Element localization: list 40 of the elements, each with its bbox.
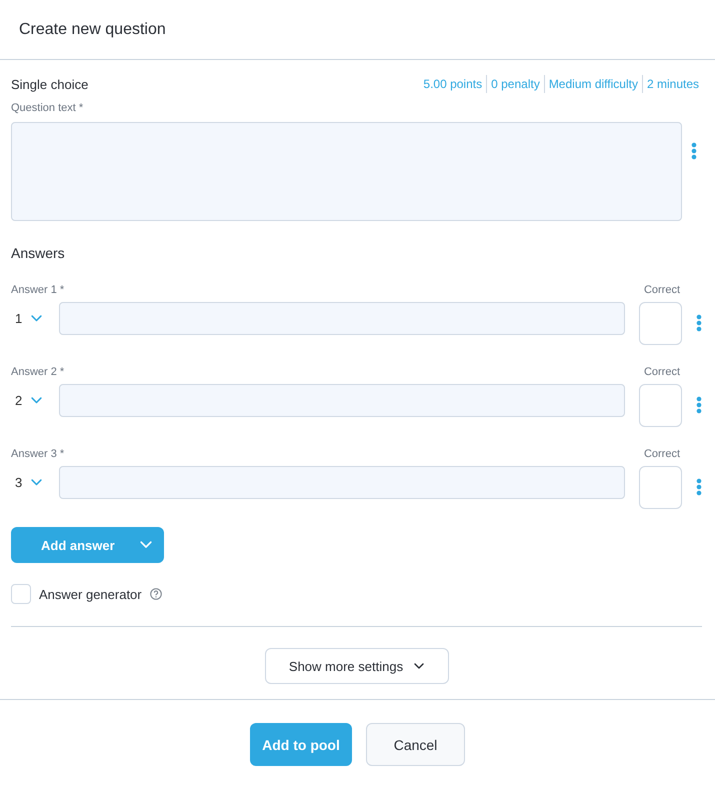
chevron-down-icon bbox=[140, 541, 152, 549]
question-text-field[interactable] bbox=[11, 122, 682, 221]
correct-label: Correct bbox=[644, 284, 680, 296]
help-icon[interactable] bbox=[150, 588, 162, 600]
caret-icon bbox=[31, 315, 42, 322]
question-text-label: Question text * bbox=[11, 102, 84, 116]
answer-generator-label: Answer generator bbox=[39, 586, 142, 602]
add-answer-button[interactable]: Add answer bbox=[11, 527, 164, 563]
order-dropdown[interactable]: 3 bbox=[11, 466, 59, 499]
show-more-settings-button[interactable]: Show more settings bbox=[264, 648, 448, 684]
correct-label: Correct bbox=[644, 366, 680, 378]
meta-link[interactable]: Medium difficulty bbox=[544, 75, 642, 93]
meta-link[interactable]: 0 penalty bbox=[486, 75, 544, 93]
order-dropdown[interactable]: 2 bbox=[11, 384, 59, 417]
cancel-button[interactable]: Cancel bbox=[366, 723, 465, 766]
correct-label: Correct bbox=[644, 448, 680, 460]
meta-link[interactable]: 2 minutes bbox=[642, 75, 702, 93]
answer-label: Answer 1 * bbox=[11, 284, 64, 296]
add-to-pool-button[interactable]: Add to pool bbox=[250, 723, 352, 766]
correct-checkbox[interactable] bbox=[639, 384, 682, 427]
caret-icon bbox=[31, 479, 42, 486]
more-options-icon[interactable] bbox=[696, 314, 702, 332]
meta-link[interactable]: 5.00 points bbox=[419, 75, 486, 93]
more-options-icon[interactable] bbox=[696, 396, 702, 414]
correct-checkbox[interactable] bbox=[639, 466, 682, 509]
answer-label: Answer 3 * bbox=[11, 448, 64, 460]
answer-label: Answer 2 * bbox=[11, 366, 64, 378]
answer-input-field[interactable] bbox=[59, 384, 625, 417]
chevron-down-icon bbox=[414, 663, 424, 669]
more-options-icon[interactable] bbox=[691, 142, 697, 160]
order-dropdown[interactable]: 1 bbox=[11, 302, 59, 335]
question-type-label: Single choice bbox=[11, 76, 88, 92]
answers-heading: Answers bbox=[11, 245, 66, 261]
answer-generator-checkbox[interactable] bbox=[11, 584, 31, 604]
caret-icon bbox=[31, 397, 42, 404]
more-options-icon[interactable] bbox=[696, 478, 702, 496]
answer-input-field[interactable] bbox=[59, 302, 625, 335]
answer-input-field[interactable] bbox=[59, 466, 625, 499]
correct-checkbox[interactable] bbox=[639, 302, 682, 345]
dialog-title: Create new question bbox=[19, 20, 166, 38]
